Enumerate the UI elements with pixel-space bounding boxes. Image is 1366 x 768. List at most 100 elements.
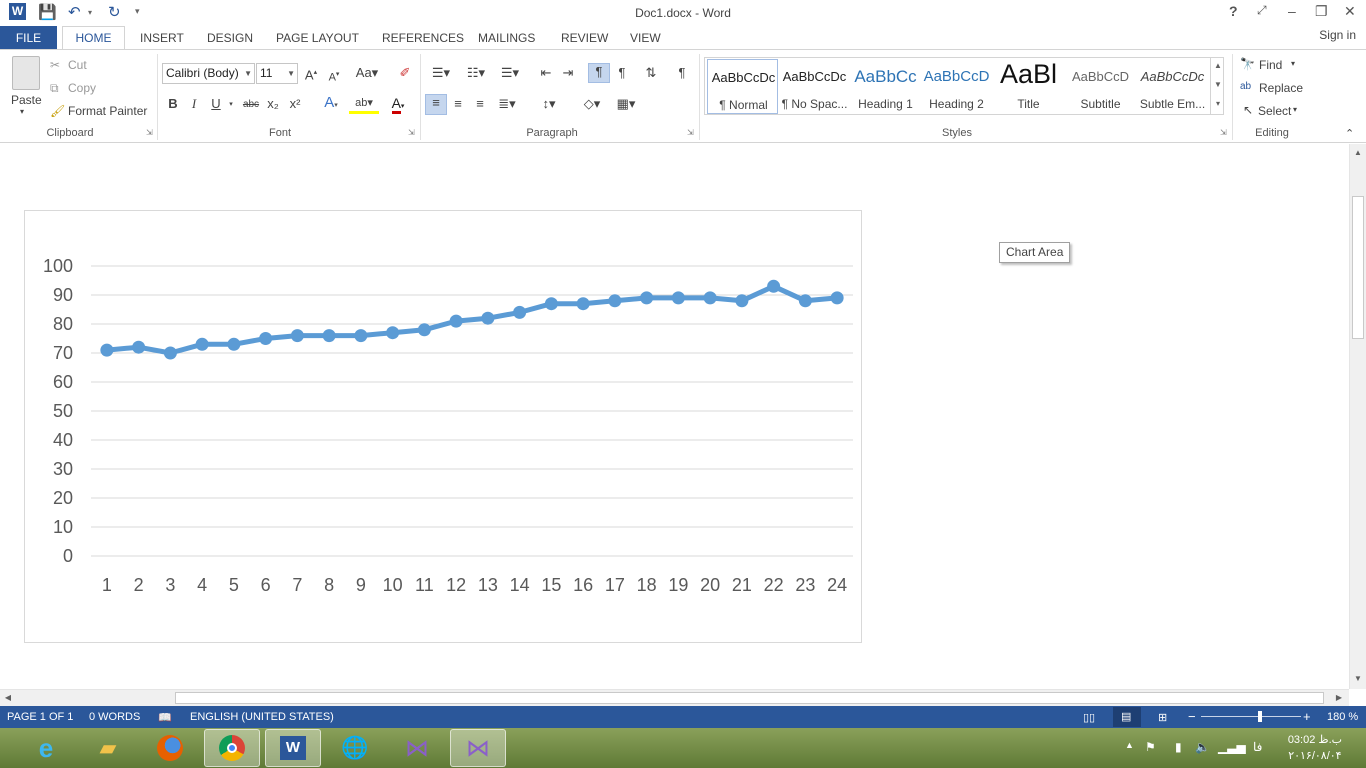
tab-design[interactable]: DESIGN bbox=[207, 31, 253, 45]
shrink-font-icon[interactable]: A▾ bbox=[326, 67, 342, 86]
paragraph-launcher-icon[interactable]: ⇲ bbox=[687, 128, 694, 137]
italic-button[interactable]: I bbox=[187, 96, 201, 112]
borders-icon[interactable]: ▦▾ bbox=[611, 96, 641, 112]
shading-icon[interactable]: ◇▾ bbox=[578, 96, 606, 112]
underline-dropdown-icon[interactable]: ▾ bbox=[226, 97, 236, 113]
style-heading-1[interactable]: AaBbCc Heading 1 bbox=[850, 59, 921, 114]
font-launcher-icon[interactable]: ⇲ bbox=[408, 128, 415, 137]
visual-studio-icon[interactable]: ⋈ bbox=[389, 729, 445, 767]
superscript-button[interactable]: x² bbox=[286, 96, 304, 112]
chrome-icon[interactable] bbox=[204, 729, 260, 767]
scroll-right-icon[interactable]: ▶ bbox=[1333, 692, 1345, 704]
vertical-scroll-thumb[interactable] bbox=[1352, 196, 1364, 339]
styles-launcher-icon[interactable]: ⇲ bbox=[1220, 128, 1227, 137]
paste-icon[interactable] bbox=[12, 56, 40, 90]
style-subtitle[interactable]: AaBbCcD Subtitle bbox=[1065, 59, 1136, 114]
multilevel-list-icon[interactable]: ☰▾ bbox=[496, 65, 524, 81]
font-color-icon[interactable]: A▾ bbox=[383, 95, 413, 115]
restore-button[interactable]: ❐ bbox=[1315, 3, 1328, 20]
text-effects-icon[interactable]: A▾ bbox=[317, 95, 345, 114]
align-left-icon[interactable]: ≡ bbox=[425, 94, 447, 115]
cut-button[interactable]: Cut bbox=[68, 58, 87, 72]
find-dropdown-icon[interactable]: ▾ bbox=[1291, 59, 1295, 68]
zoom-slider-track[interactable] bbox=[1201, 716, 1301, 717]
select-dropdown-icon[interactable]: ▾ bbox=[1293, 105, 1297, 114]
tab-insert[interactable]: INSERT bbox=[140, 31, 184, 45]
zoom-in-button[interactable]: + bbox=[1303, 709, 1311, 724]
battery-icon[interactable]: ▮ bbox=[1175, 740, 1182, 754]
horizontal-scroll-thumb[interactable] bbox=[175, 692, 1324, 704]
tab-file[interactable]: FILE bbox=[0, 26, 57, 50]
decrease-indent-icon[interactable]: ⇤ bbox=[537, 65, 555, 81]
scroll-up-icon[interactable]: ▲ bbox=[1212, 60, 1224, 72]
copy-button[interactable]: Copy bbox=[68, 81, 96, 95]
paste-dropdown-icon[interactable]: ▾ bbox=[20, 107, 24, 116]
line-spacing-icon[interactable]: ↕▾ bbox=[535, 96, 563, 112]
document-area[interactable]: 0 10 20 30 40 50 60 70 80 90 100 1 2 3 4 5 6 7 8 9 10 11 12 13 1… bbox=[0, 144, 1349, 689]
internet-download-manager-icon[interactable]: 🌐 bbox=[327, 729, 383, 767]
word-count[interactable]: 0 WORDS bbox=[89, 711, 140, 723]
tab-references[interactable]: REFERENCES bbox=[382, 31, 464, 45]
find-button[interactable]: Find bbox=[1259, 58, 1282, 72]
minimize-button[interactable]: – bbox=[1288, 3, 1296, 19]
clear-formatting-icon[interactable]: ✐ bbox=[397, 65, 413, 81]
right-to-left-icon[interactable]: ¶ bbox=[613, 65, 631, 81]
zoom-level[interactable]: 180 % bbox=[1327, 711, 1358, 723]
input-language[interactable]: فا bbox=[1253, 740, 1262, 754]
zoom-out-button[interactable]: − bbox=[1188, 709, 1196, 724]
file-explorer-icon[interactable]: ▰ bbox=[80, 729, 136, 767]
ribbon-display-options-icon[interactable]: ⤢ bbox=[1257, 3, 1267, 18]
highlight-color-icon[interactable]: ab▾ bbox=[349, 95, 379, 114]
show-hidden-icons-icon[interactable]: ▲ bbox=[1125, 740, 1134, 750]
style-subtle-emphasis[interactable]: AaBbCcDc Subtle Em... bbox=[1137, 59, 1208, 114]
read-mode-icon[interactable]: ▯▯ bbox=[1083, 711, 1095, 724]
tab-mailings[interactable]: MAILINGS bbox=[478, 31, 535, 45]
visual-studio-icon[interactable]: ⋈ bbox=[450, 729, 506, 767]
subscript-button[interactable]: x₂ bbox=[264, 96, 282, 112]
horizontal-scrollbar[interactable]: ◀ ▶ bbox=[0, 689, 1349, 706]
justify-icon[interactable]: ≣▾ bbox=[493, 96, 521, 112]
align-center-icon[interactable]: ≡ bbox=[449, 96, 467, 112]
network-icon[interactable]: ▁▃▅ bbox=[1218, 740, 1246, 754]
chart-area[interactable]: 0 10 20 30 40 50 60 70 80 90 100 1 2 3 4 5 6 7 8 9 10 11 12 13 1… bbox=[24, 210, 862, 643]
proofing-icon[interactable]: 📖 bbox=[158, 711, 172, 724]
style-title[interactable]: AaBl Title bbox=[993, 59, 1064, 114]
clipboard-launcher-icon[interactable]: ⇲ bbox=[146, 128, 153, 137]
format-painter-button[interactable]: Format Painter bbox=[68, 104, 147, 118]
scroll-up-icon[interactable]: ▲ bbox=[1352, 147, 1364, 159]
more-styles-icon[interactable]: ▾ bbox=[1212, 98, 1224, 110]
numbering-icon[interactable]: ☷▾ bbox=[461, 65, 491, 81]
replace-button[interactable]: Replace bbox=[1259, 81, 1303, 95]
paste-button[interactable]: Paste bbox=[11, 93, 42, 107]
align-right-icon[interactable]: ≡ bbox=[471, 96, 489, 112]
tab-page-layout[interactable]: PAGE LAYOUT bbox=[276, 31, 359, 45]
language-indicator[interactable]: ENGLISH (UNITED STATES) bbox=[190, 711, 334, 723]
scroll-down-icon[interactable]: ▼ bbox=[1212, 79, 1224, 91]
font-name-combo[interactable]: Calibri (Body) ▼ bbox=[162, 63, 255, 84]
page-count[interactable]: PAGE 1 OF 1 bbox=[7, 711, 73, 723]
close-button[interactable]: ✕ bbox=[1344, 3, 1356, 20]
tab-home[interactable]: HOME bbox=[62, 26, 125, 51]
internet-explorer-icon[interactable]: e bbox=[18, 729, 74, 767]
scroll-left-icon[interactable]: ◀ bbox=[2, 692, 14, 704]
select-button[interactable]: Select bbox=[1258, 104, 1291, 118]
style-normal[interactable]: AaBbCcDc ¶ Normal bbox=[707, 59, 778, 114]
word-taskbar-icon[interactable]: W bbox=[265, 729, 321, 767]
style-heading-2[interactable]: AaBbCcD Heading 2 bbox=[921, 59, 992, 114]
left-to-right-icon[interactable]: ¶ bbox=[588, 63, 610, 83]
bullets-icon[interactable]: ☰▾ bbox=[427, 65, 455, 81]
sign-in-link[interactable]: Sign in bbox=[1319, 28, 1356, 42]
sort-icon[interactable]: ⇅ bbox=[642, 65, 660, 81]
show-formatting-marks-icon[interactable]: ¶ bbox=[674, 65, 690, 81]
collapse-ribbon-icon[interactable]: ⌃ bbox=[1345, 127, 1354, 140]
change-case-icon[interactable]: Aa▾ bbox=[353, 65, 381, 81]
font-size-combo[interactable]: 11 ▼ bbox=[256, 63, 298, 84]
zoom-slider-thumb[interactable] bbox=[1258, 711, 1262, 722]
action-center-flag-icon[interactable]: ⚑ bbox=[1145, 740, 1156, 754]
tab-review[interactable]: REVIEW bbox=[561, 31, 608, 45]
volume-icon[interactable]: 🔈 bbox=[1195, 740, 1210, 754]
tab-view[interactable]: VIEW bbox=[630, 31, 661, 45]
system-clock[interactable]: 03:02 ب.ظ ۲۰۱۶/۰۸/۰۴ bbox=[1288, 732, 1342, 764]
print-layout-button[interactable]: ▤ bbox=[1113, 707, 1141, 727]
strikethrough-button[interactable]: abc bbox=[241, 97, 261, 113]
